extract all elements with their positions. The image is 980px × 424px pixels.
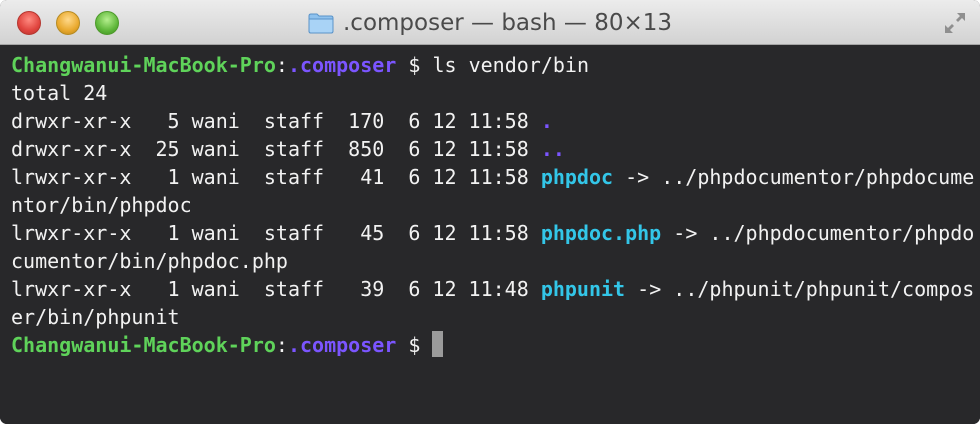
prompt-host: Changwanui-MacBook-Pro <box>11 53 276 77</box>
prompt-line: Changwanui-MacBook-Pro:.composer $ <box>11 331 980 359</box>
prompt-directory: .composer <box>287 333 397 357</box>
prompt-line: Changwanui-MacBook-Pro:.composer $ ls ve… <box>11 51 980 79</box>
title-group: .composer — bash — 80×13 <box>0 0 980 45</box>
total-line: total 24 <box>11 81 108 105</box>
entry-meta: drwxr-xr-x 25 wani staff 850 6 12 11:58 <box>11 137 541 161</box>
list-item: lrwxr-xr-x 1 wani staff 41 6 12 11:58 ph… <box>11 163 980 191</box>
entry-target-wrap: ntor/bin/phpdoc <box>11 193 192 217</box>
entry-name: . <box>540 109 553 133</box>
entry-meta: lrwxr-xr-x 1 wani staff 45 6 12 11:58 <box>11 221 541 245</box>
list-item: lrwxr-xr-x 1 wani staff 45 6 12 11:58 ph… <box>11 219 980 247</box>
list-item: drwxr-xr-x 5 wani staff 170 6 12 11:58 . <box>11 107 980 135</box>
list-item: lrwxr-xr-x 1 wani staff 39 6 12 11:48 ph… <box>11 275 980 303</box>
entry-target-wrap: er/bin/phpunit <box>11 305 180 329</box>
entry-meta: drwxr-xr-x 5 wani staff 170 6 12 11:58 <box>11 109 541 133</box>
entry-target: -> ../phpdocumentor/phpdo <box>661 221 975 245</box>
entry-target: -> ../phpdocumentor/phpdocume <box>613 165 975 189</box>
list-item: drwxr-xr-x 25 wani staff 850 6 12 11:58 … <box>11 135 980 163</box>
entry-name: .. <box>540 137 565 161</box>
title-bar[interactable]: .composer — bash — 80×13 <box>0 0 980 45</box>
entry-target: -> ../phpunit/phpunit/compos <box>625 277 975 301</box>
window-title: .composer — bash — 80×13 <box>343 9 672 36</box>
entry-meta: lrwxr-xr-x 1 wani staff 39 6 12 11:48 <box>11 277 541 301</box>
entry-name: phpdoc <box>540 165 614 189</box>
entry-meta: lrwxr-xr-x 1 wani staff 41 6 12 11:58 <box>11 165 541 189</box>
terminal-output[interactable]: Changwanui-MacBook-Pro:.composer $ ls ve… <box>0 45 980 424</box>
prompt-symbol: $ <box>396 333 433 357</box>
prompt-separator: : <box>275 333 288 357</box>
fullscreen-icon[interactable] <box>942 10 968 36</box>
folder-icon <box>308 11 334 35</box>
prompt-separator: : <box>275 53 288 77</box>
prompt-host: Changwanui-MacBook-Pro <box>11 333 276 357</box>
terminal-window: .composer — bash — 80×13 Changwanui-MacB… <box>0 0 980 424</box>
entry-name: phpdoc.php <box>540 221 662 245</box>
prompt-symbol: $ <box>396 53 433 77</box>
entry-target-wrap: cumentor/bin/phpdoc.php <box>11 249 288 273</box>
command-text: ls vendor/bin <box>432 53 589 77</box>
text-cursor <box>432 331 444 357</box>
entry-name: phpunit <box>540 277 626 301</box>
prompt-directory: .composer <box>287 53 397 77</box>
